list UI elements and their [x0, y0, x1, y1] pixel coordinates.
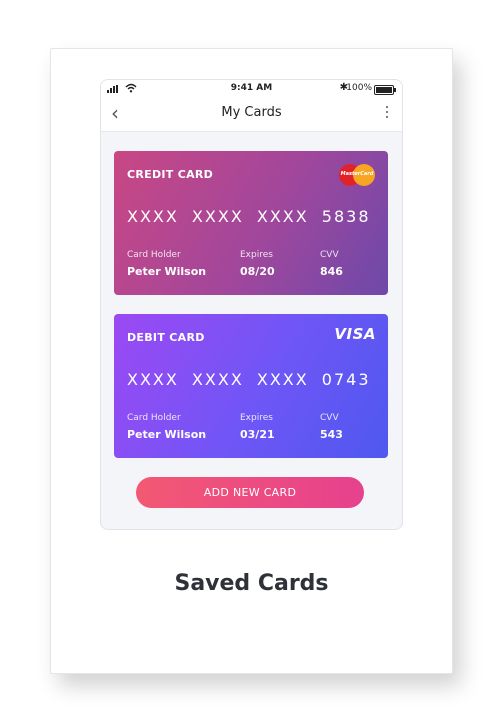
page-title: My Cards [221, 105, 282, 120]
cvv-value: 846 [320, 265, 343, 278]
card-type-label: DEBIT CARD [127, 331, 205, 344]
card-holder-label: Card Holder [127, 413, 181, 423]
top-bar: 9:41 AM ✱ 100% ‹ My Cards [101, 80, 402, 132]
expires-value: 03/21 [240, 428, 275, 441]
caption: Saved Cards [174, 571, 329, 596]
expires-label: Expires [240, 413, 273, 423]
visa-logo: VISA [334, 325, 376, 343]
cvv-value: 543 [320, 428, 343, 441]
credit-card[interactable]: CREDIT CARD MasterCard XXXX XXXX XXXX 58… [114, 151, 388, 295]
add-new-card-button[interactable]: ADD NEW CARD [136, 477, 364, 508]
card-holder-label: Card Holder [127, 250, 181, 260]
card-number: XXXX XXXX XXXX 0743 [127, 370, 371, 389]
phone-screen: 9:41 AM ✱ 100% ‹ My Cards CREDIT CARD Ma… [100, 79, 403, 530]
mastercard-logo: MasterCard [339, 164, 375, 186]
cvv-label: CVV [320, 250, 339, 260]
expires-value: 08/20 [240, 265, 275, 278]
status-bar: 9:41 AM ✱ 100% [101, 80, 402, 100]
card-brand: MasterCard [340, 171, 374, 177]
card-holder-value: Peter Wilson [127, 265, 207, 278]
cvv-label: CVV [320, 413, 339, 423]
expires-label: Expires [240, 250, 273, 260]
battery-icon [374, 85, 396, 95]
showcase-frame: 9:41 AM ✱ 100% ‹ My Cards CREDIT CARD Ma… [50, 48, 453, 674]
nav-row: ‹ My Cards [101, 102, 402, 126]
card-type-label: CREDIT CARD [127, 168, 214, 181]
card-holder-value: Peter Wilson [127, 428, 207, 441]
debit-card[interactable]: DEBIT CARD VISA XXXX XXXX XXXX 0743 Card… [114, 314, 388, 458]
battery-percent: 100% [346, 83, 372, 93]
more-vertical-icon[interactable] [386, 106, 388, 118]
card-number: XXXX XXXX XXXX 5838 [127, 207, 371, 226]
